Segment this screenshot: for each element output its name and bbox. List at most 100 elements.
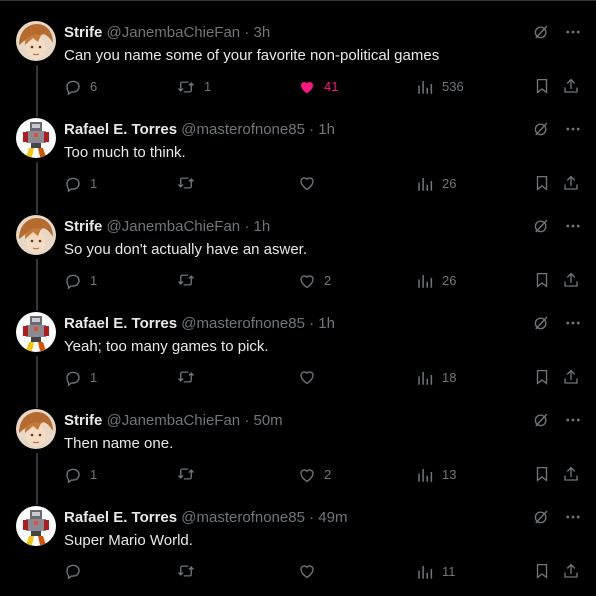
views-button[interactable]: 26: [416, 271, 456, 291]
reply-icon: [64, 175, 82, 193]
separator-dot: ·: [309, 509, 315, 526]
timestamp[interactable]: 49m: [318, 509, 347, 526]
reply-button[interactable]: 6: [64, 77, 97, 97]
reply-count: 1: [90, 273, 98, 288]
grok-icon[interactable]: [532, 508, 550, 526]
share-icon: [562, 562, 580, 580]
reply-button[interactable]: 1: [64, 174, 97, 194]
user-handle[interactable]: @JanembaChieFan: [107, 24, 241, 41]
views-button[interactable]: 536: [416, 77, 464, 97]
retweet-button[interactable]: [176, 174, 204, 192]
views-button[interactable]: 18: [416, 368, 456, 388]
grok-icon[interactable]: [532, 23, 550, 41]
bookmark-button[interactable]: [533, 562, 551, 580]
tweet-text: So you don't actually have an aswer.: [64, 241, 308, 258]
more-icon[interactable]: [564, 314, 582, 332]
reply-button[interactable]: 1: [64, 271, 97, 291]
share-button[interactable]: [562, 77, 580, 95]
tweet[interactable]: Strife @JanembaChieFan · 1h So you don't …: [0, 205, 596, 311]
views-button[interactable]: 13: [416, 465, 456, 485]
separator-dot: ·: [244, 412, 250, 429]
tweet[interactable]: Rafael E. Torres @masterofnone85 · 1h Yea…: [0, 302, 596, 408]
grok-icon[interactable]: [532, 120, 550, 138]
avatar[interactable]: [16, 409, 56, 449]
timestamp[interactable]: 1h: [318, 121, 335, 138]
share-button[interactable]: [562, 562, 580, 580]
reply-count: 1: [90, 467, 98, 482]
tweet[interactable]: Rafael E. Torres @masterofnone85 · 1h Too…: [0, 108, 596, 214]
tweet-actions: 1 26: [64, 174, 584, 196]
avatar[interactable]: [16, 21, 56, 61]
avatar[interactable]: [16, 118, 56, 158]
bookmark-button[interactable]: [533, 271, 551, 289]
like-button[interactable]: 2: [298, 465, 331, 485]
avatar[interactable]: [16, 215, 56, 255]
timestamp[interactable]: 3h: [254, 24, 271, 41]
tweet[interactable]: Strife @JanembaChieFan · 50m Then name on…: [0, 399, 596, 505]
retweet-button[interactable]: [176, 562, 204, 580]
bookmark-button[interactable]: [533, 77, 551, 95]
like-button[interactable]: [298, 562, 324, 580]
more-icon[interactable]: [564, 23, 582, 41]
bookmark-button[interactable]: [533, 174, 551, 192]
more-icon[interactable]: [564, 508, 582, 526]
avatar[interactable]: [16, 506, 56, 546]
bookmark-button[interactable]: [533, 368, 551, 386]
view-count: 26: [442, 273, 457, 288]
user-handle[interactable]: @JanembaChieFan: [107, 412, 241, 429]
like-button[interactable]: 2: [298, 271, 331, 291]
display-name[interactable]: Rafael E. Torres: [64, 509, 177, 526]
display-name[interactable]: Rafael E. Torres: [64, 121, 177, 138]
share-button[interactable]: [562, 465, 580, 483]
grok-icon[interactable]: [532, 217, 550, 235]
share-button[interactable]: [562, 271, 580, 289]
tweet[interactable]: Rafael E. Torres @masterofnone85 · 49m Su…: [0, 496, 596, 593]
like-button[interactable]: 41: [298, 77, 338, 97]
display-name[interactable]: Strife: [64, 24, 102, 41]
reply-button[interactable]: 1: [64, 368, 97, 388]
tweet-actions: 1 2 13: [64, 465, 584, 487]
share-button[interactable]: [562, 368, 580, 386]
bookmark-button[interactable]: [533, 465, 551, 483]
reply-icon: [64, 369, 82, 387]
user-handle[interactable]: @masterofnone85: [181, 315, 305, 332]
share-button[interactable]: [562, 174, 580, 192]
separator-dot: ·: [244, 24, 250, 41]
user-handle[interactable]: @JanembaChieFan: [107, 218, 241, 235]
tweet-top-actions: [532, 217, 582, 235]
retweet-button[interactable]: 1: [176, 77, 211, 97]
tweet-header: Strife @JanembaChieFan · 1h: [64, 218, 270, 236]
bookmark-icon: [533, 77, 551, 95]
like-count: 2: [324, 273, 332, 288]
more-icon[interactable]: [564, 217, 582, 235]
timestamp[interactable]: 1h: [318, 315, 335, 332]
user-handle[interactable]: @masterofnone85: [181, 509, 305, 526]
more-icon[interactable]: [564, 120, 582, 138]
views-chart-icon: [416, 175, 434, 193]
avatar[interactable]: [16, 312, 56, 352]
reply-button[interactable]: [64, 562, 90, 580]
like-button[interactable]: [298, 368, 324, 386]
tweet-header: Rafael E. Torres @masterofnone85 · 1h: [64, 121, 335, 139]
views-button[interactable]: 11: [416, 562, 456, 582]
bookmark-icon: [533, 562, 551, 580]
retweet-button[interactable]: [176, 271, 204, 289]
retweet-button[interactable]: [176, 465, 204, 483]
user-handle[interactable]: @masterofnone85: [181, 121, 305, 138]
like-button[interactable]: [298, 174, 324, 192]
display-name[interactable]: Strife: [64, 218, 102, 235]
grok-icon[interactable]: [532, 314, 550, 332]
timestamp[interactable]: 1h: [254, 218, 271, 235]
timestamp[interactable]: 50m: [254, 412, 283, 429]
reply-icon: [64, 562, 82, 580]
grok-icon[interactable]: [532, 411, 550, 429]
display-name[interactable]: Strife: [64, 412, 102, 429]
tweet[interactable]: Strife @JanembaChieFan · 3h Can you name …: [0, 11, 596, 117]
views-button[interactable]: 26: [416, 174, 456, 194]
share-icon: [562, 465, 580, 483]
more-icon[interactable]: [564, 411, 582, 429]
retweet-icon: [176, 174, 196, 192]
retweet-button[interactable]: [176, 368, 204, 386]
reply-button[interactable]: 1: [64, 465, 97, 485]
display-name[interactable]: Rafael E. Torres: [64, 315, 177, 332]
